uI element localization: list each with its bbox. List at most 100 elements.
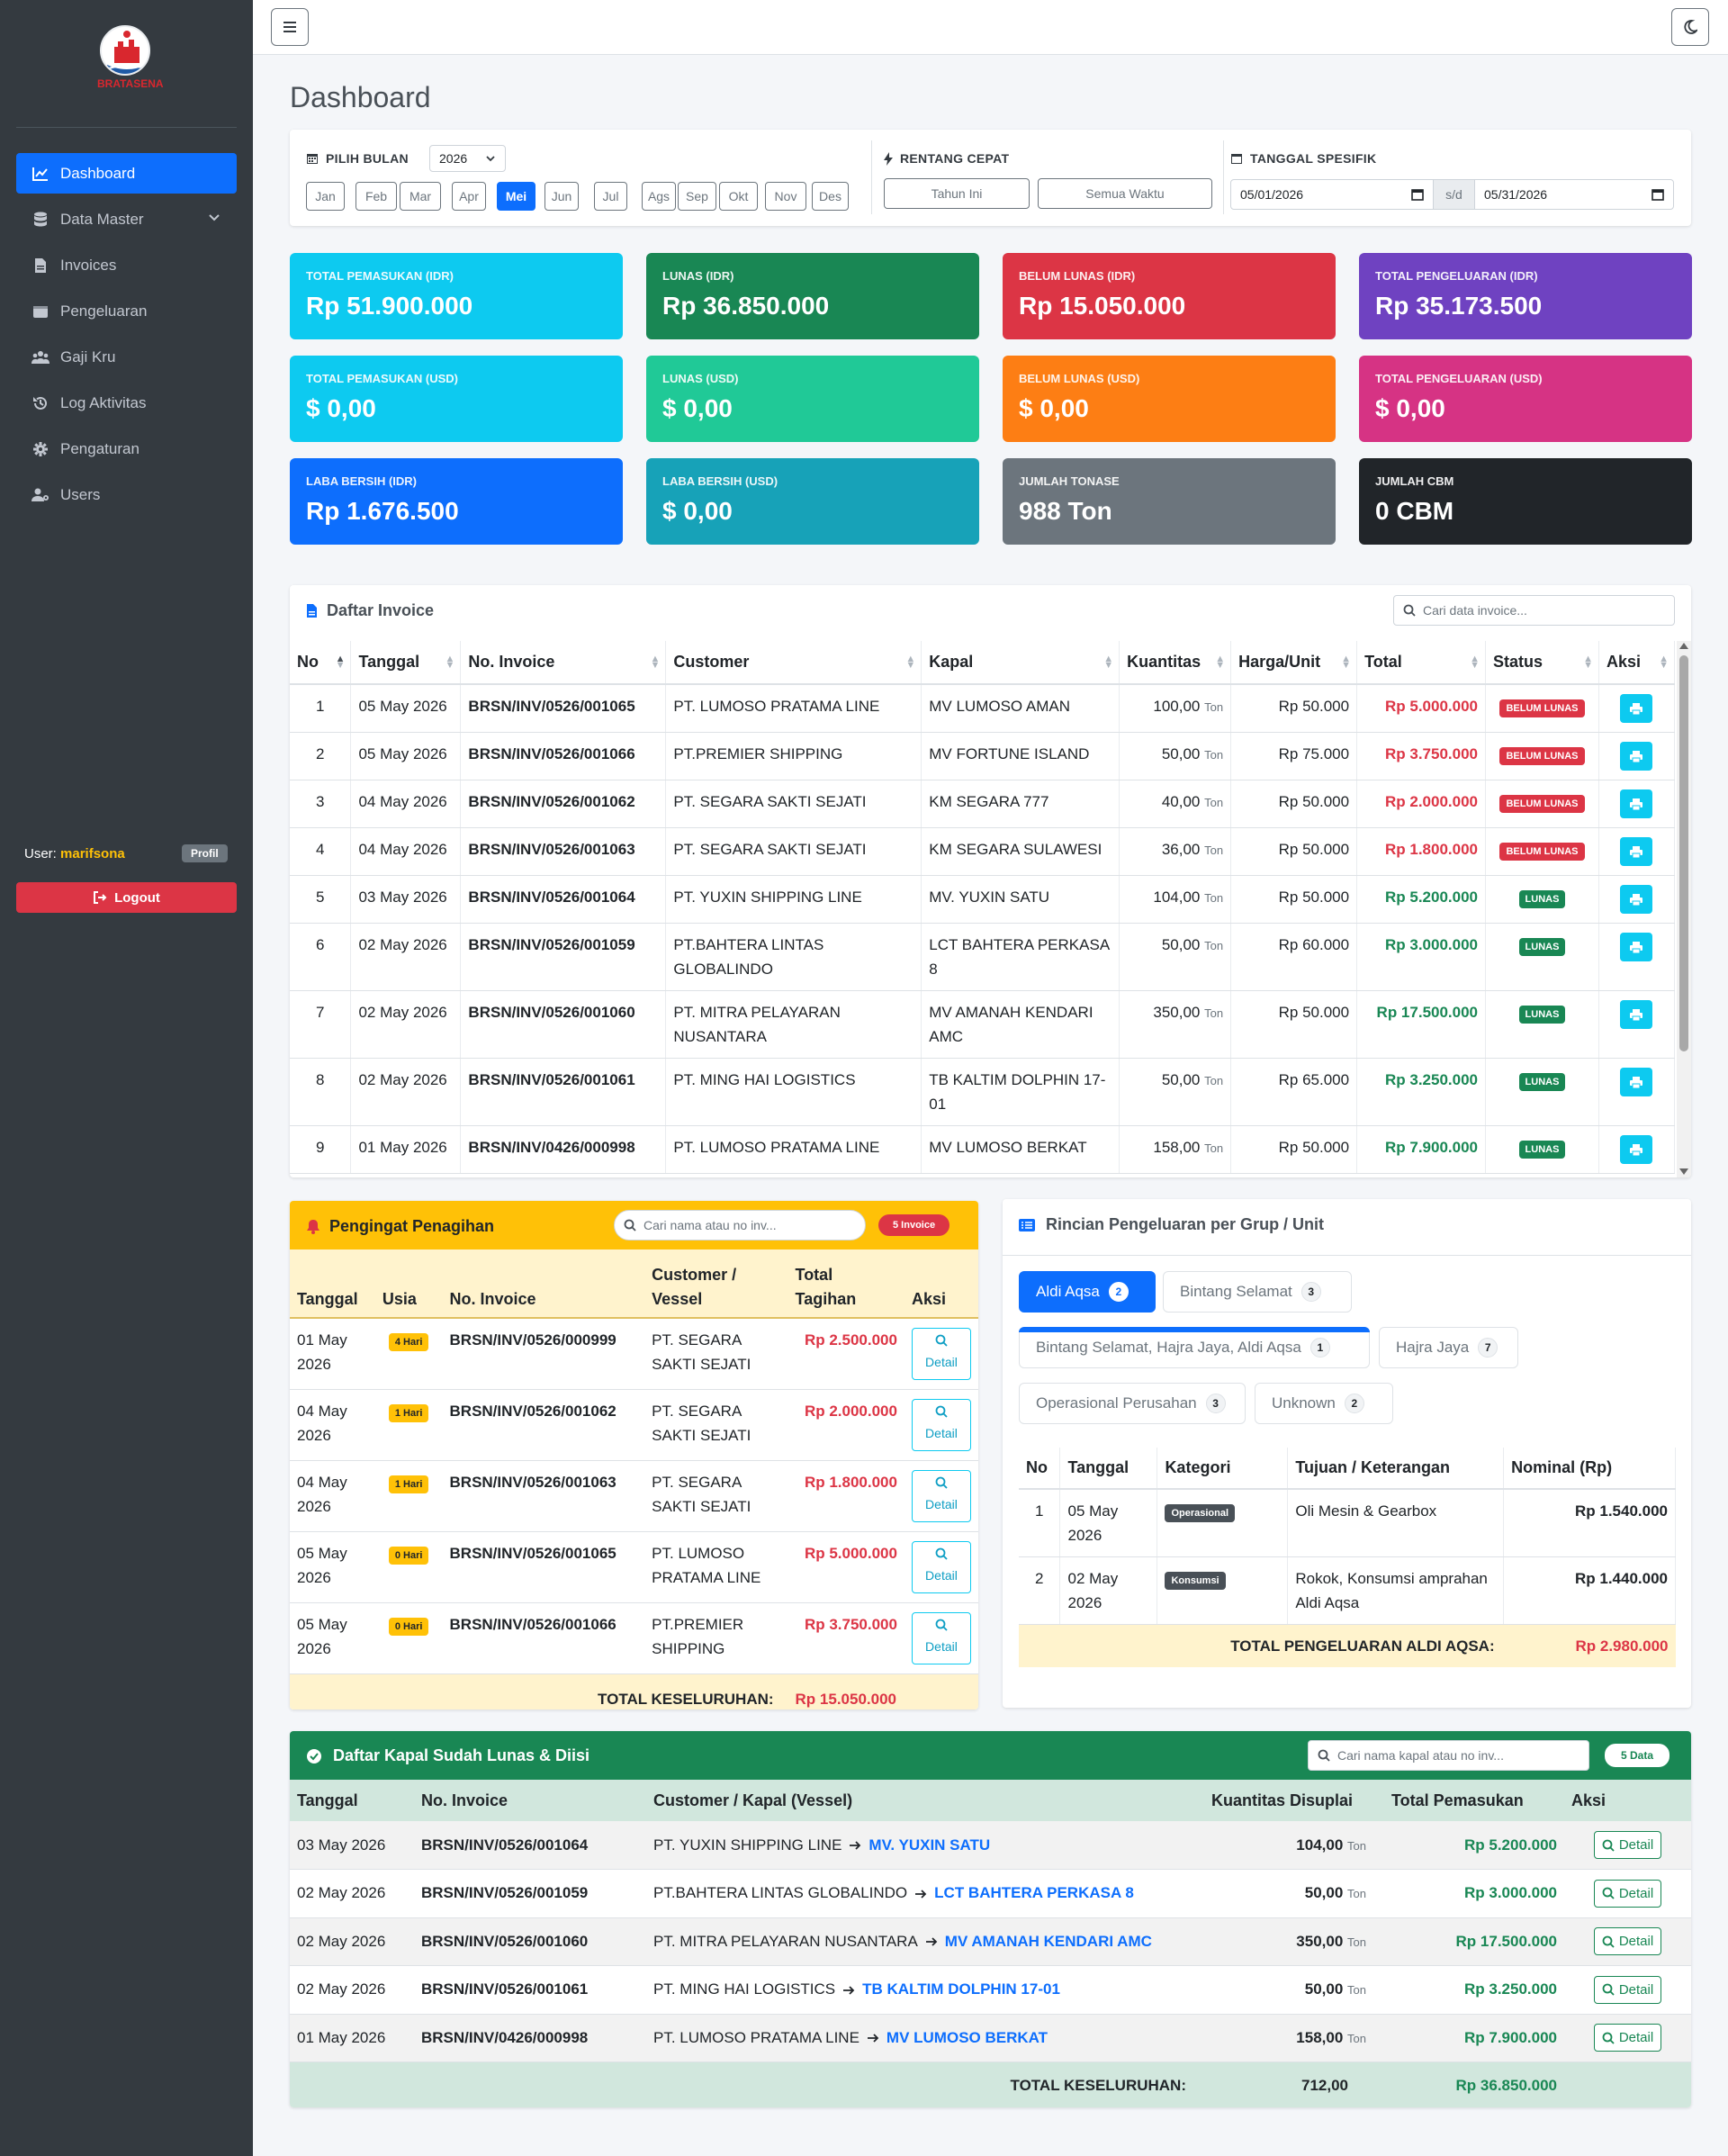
print-button[interactable]: [1620, 837, 1653, 866]
filter-divider: [1223, 140, 1224, 214]
sidebar-item-gaji-kru[interactable]: Gaji Kru: [16, 337, 237, 377]
expense-group-tab[interactable]: Unknown 2: [1255, 1383, 1393, 1424]
print-button[interactable]: [1620, 789, 1653, 818]
sidebar-item-log-aktivitas[interactable]: Log Aktivitas: [16, 383, 237, 423]
theme-toggle-button[interactable]: [1671, 8, 1709, 46]
expense-group-tab[interactable]: Aldi Aqsa 2: [1019, 1271, 1156, 1313]
print-button[interactable]: [1620, 933, 1653, 961]
year-select[interactable]: 2026: [429, 145, 506, 172]
sidebar-item-dashboard[interactable]: Dashboard: [16, 153, 237, 194]
sidebar-item-pengaturan[interactable]: Pengaturan: [16, 428, 237, 469]
brand-logo[interactable]: BRATASENA: [97, 25, 164, 99]
detail-button[interactable]: Detail: [911, 1612, 971, 1664]
stat-card: TOTAL PEMASUKAN (IDR) Rp 51.900.000: [290, 253, 623, 339]
cell-customer: PT. SEGARA SAKTI SEJATI: [644, 1389, 788, 1461]
sidebar-item-data-master[interactable]: Data Master: [16, 199, 237, 239]
column-header[interactable]: Kuantitas ▲ ▼: [1119, 641, 1232, 685]
profile-button[interactable]: Profil: [182, 844, 228, 862]
expense-group-tab[interactable]: Bintang Selamat, Hajra Jaya, Aldi Aqsa 1: [1019, 1327, 1370, 1368]
cell-total: Rp 2.000.000: [788, 1389, 904, 1461]
calendar-icon: [1230, 152, 1243, 165]
print-button[interactable]: [1620, 1068, 1653, 1096]
expense-group-tab[interactable]: Operasional Perusahan 3: [1019, 1383, 1246, 1424]
scroll-down-arrow-icon[interactable]: [1679, 1168, 1688, 1175]
month-button-des[interactable]: Des: [812, 182, 849, 211]
month-button-mei[interactable]: Mei: [497, 182, 536, 211]
column-header[interactable]: Kapal ▲ ▼: [921, 641, 1120, 685]
all-time-button[interactable]: Semua Waktu: [1038, 178, 1212, 209]
print-icon: [1629, 750, 1643, 763]
detail-button[interactable]: Detail: [1593, 1975, 1662, 2004]
cell-ship: MV FORTUNE ISLAND: [921, 732, 1120, 780]
detail-button[interactable]: Detail: [1593, 1831, 1662, 1859]
detail-button[interactable]: Detail: [911, 1328, 971, 1380]
scrollbar-track[interactable]: [1677, 641, 1691, 1177]
column-header-label: Total: [1364, 653, 1402, 671]
column-header[interactable]: Harga/Unit ▲ ▼: [1230, 641, 1358, 685]
print-button[interactable]: [1620, 694, 1653, 723]
card-divider: [1003, 1255, 1691, 1256]
search-icon: [1602, 1983, 1615, 1996]
this-year-button[interactable]: Tahun Ini: [884, 178, 1030, 209]
invoice-search-input[interactable]: Cari data invoice...: [1393, 595, 1675, 626]
date-to-input[interactable]: 05/31/2026: [1474, 179, 1674, 210]
month-button-ags[interactable]: Ags: [642, 182, 676, 211]
expense-breakdown-heading: Rincian Pengeluaran per Grup / Unit: [1019, 1215, 1324, 1234]
month-button-mar[interactable]: Mar: [400, 182, 441, 211]
cell-total: Rp 5.200.000: [1356, 875, 1487, 924]
column-header[interactable]: No ▲ ▼: [290, 641, 352, 685]
cell-no: 5: [290, 875, 352, 924]
quantity-unit: Ton: [1204, 843, 1224, 857]
month-button-apr[interactable]: Apr: [452, 182, 486, 211]
sidebar-item-pengeluaran[interactable]: Pengeluaran: [16, 291, 237, 331]
month-button-jun[interactable]: Jun: [544, 182, 579, 211]
detail-button[interactable]: Detail: [911, 1541, 971, 1593]
column-header[interactable]: Aksi ▲ ▼: [1598, 641, 1675, 685]
cell-unit-price: Rp 50.000: [1230, 1125, 1358, 1174]
print-button[interactable]: [1620, 1000, 1653, 1029]
sidebar-item-users[interactable]: Users: [16, 474, 237, 515]
column-header[interactable]: Customer ▲ ▼: [665, 641, 922, 685]
month-button-jan[interactable]: Jan: [306, 182, 345, 211]
stat-card: BELUM LUNAS (IDR) Rp 15.050.000: [1003, 253, 1336, 339]
cell-unit-price: Rp 60.000: [1230, 923, 1358, 991]
detail-button[interactable]: Detail: [1593, 2024, 1662, 2052]
category-badge: Operasional: [1165, 1504, 1236, 1522]
status-badge: BELUM LUNAS: [1499, 699, 1585, 717]
expense-breakdown-title: Rincian Pengeluaran per Grup / Unit: [1046, 1215, 1325, 1233]
cell-action: [1598, 827, 1675, 876]
scroll-up-arrow-icon[interactable]: [1679, 643, 1688, 649]
column-header[interactable]: Status ▲ ▼: [1485, 641, 1599, 685]
month-button-okt[interactable]: Okt: [719, 182, 758, 211]
date-from-input[interactable]: 05/01/2026: [1230, 179, 1434, 210]
stat-card: LUNAS (IDR) Rp 36.850.000: [646, 253, 979, 339]
quantity-unit: Ton: [1204, 1074, 1224, 1087]
print-icon: [1629, 1008, 1643, 1022]
sidebar-item-invoices[interactable]: Invoices: [16, 245, 237, 285]
print-button[interactable]: [1620, 1135, 1653, 1164]
month-button-nov[interactable]: Nov: [765, 182, 806, 211]
column-header[interactable]: Tanggal ▲ ▼: [350, 641, 462, 685]
column-header[interactable]: No. Invoice ▲ ▼: [460, 641, 667, 685]
detail-button[interactable]: Detail: [911, 1470, 971, 1522]
expense-group-tab[interactable]: Bintang Selamat 3: [1163, 1271, 1352, 1313]
print-button[interactable]: [1620, 742, 1653, 771]
column-header: Total Tagihan: [788, 1249, 904, 1319]
month-button-sep[interactable]: Sep: [678, 182, 716, 211]
reminder-search-input[interactable]: Cari nama atau no inv...: [614, 1210, 866, 1240]
detail-button[interactable]: Detail: [911, 1399, 971, 1451]
expense-group-tab[interactable]: Hajra Jaya 7: [1379, 1327, 1518, 1368]
paid-ships-header: Daftar Kapal Sudah Lunas & Diisi Cari na…: [290, 1731, 1691, 1780]
print-button[interactable]: [1620, 885, 1653, 914]
sidebar-toggle-button[interactable]: [271, 8, 309, 46]
detail-button[interactable]: Detail: [1593, 1927, 1662, 1956]
month-button-feb[interactable]: Feb: [356, 182, 397, 211]
cell-unit-price: Rp 50.000: [1230, 875, 1358, 924]
tab-label: Bintang Selamat, Hajra Jaya, Aldi Aqsa: [1036, 1339, 1301, 1356]
paid-ships-search-input[interactable]: Cari nama kapal atau no inv...: [1308, 1740, 1589, 1771]
detail-button[interactable]: Detail: [1593, 1879, 1662, 1908]
scrollbar-thumb[interactable]: [1679, 655, 1688, 1051]
logout-button[interactable]: Logout: [16, 882, 237, 913]
month-button-jul[interactable]: Jul: [594, 182, 627, 211]
column-header[interactable]: Total ▲ ▼: [1356, 641, 1487, 685]
